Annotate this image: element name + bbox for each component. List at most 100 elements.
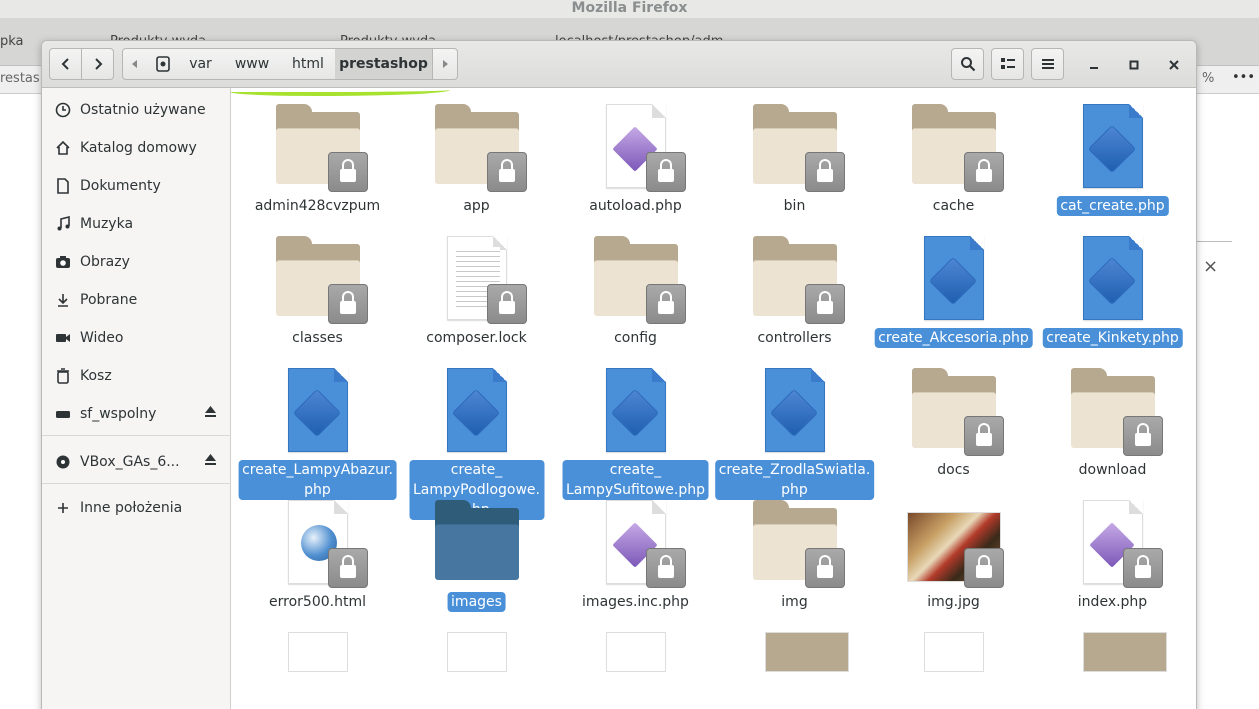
drive-icon	[155, 56, 170, 72]
breadcrumb-root[interactable]	[147, 48, 179, 80]
file-item[interactable]: download	[1033, 352, 1192, 484]
file-name: img	[781, 594, 808, 610]
chevron-right-icon	[94, 58, 102, 70]
file-item[interactable]: create_Akcesoria.php	[874, 220, 1033, 352]
file-item[interactable]: index.php	[1033, 484, 1192, 616]
dialog-close-icon[interactable]: ×	[1203, 256, 1218, 277]
file-name: classes	[292, 330, 343, 346]
menu-button[interactable]	[1031, 48, 1064, 80]
search-button[interactable]	[951, 48, 984, 80]
file-name: create_Akcesoria.php	[874, 328, 1033, 348]
sidebar-separator	[42, 483, 231, 484]
file-item[interactable]: composer.lock	[397, 220, 556, 352]
file-item[interactable]: app	[397, 88, 556, 220]
file-item[interactable]: create_ LampyPodlogowe. php	[397, 352, 556, 520]
sidebar-item-vbox[interactable]: VBox_GAs_6...	[42, 443, 231, 481]
sidebar-item-home[interactable]: Katalog domowy	[42, 129, 231, 167]
forward-button[interactable]	[81, 48, 114, 80]
list-view-icon	[1000, 58, 1015, 69]
hamburger-icon	[1041, 59, 1054, 69]
file-item[interactable]: create_Kinkety.php	[1033, 220, 1192, 352]
file-item[interactable]: bin	[715, 88, 874, 220]
maximize-button[interactable]	[1122, 56, 1146, 74]
breadcrumb-scroll-left[interactable]	[122, 48, 148, 80]
breadcrumb-prestashop[interactable]: prestashop	[335, 48, 433, 80]
triangle-right-icon	[443, 60, 448, 68]
sidebar-item-pictures[interactable]: Obrazy	[42, 243, 231, 281]
lock-icon	[964, 548, 1004, 588]
lock-icon	[646, 152, 686, 192]
file-name: create_Kinkety.php	[1042, 328, 1183, 348]
eject-icon[interactable]	[204, 405, 217, 422]
close-button[interactable]	[1162, 56, 1186, 74]
sidebar: Ostatnio używane Katalog domowy Dokument…	[42, 88, 231, 709]
lock-icon	[487, 152, 527, 192]
file-item[interactable]: docs	[874, 352, 1033, 484]
partial-file-item[interactable]	[765, 632, 849, 672]
file-item[interactable]: classes	[238, 220, 397, 352]
file-item[interactable]: controllers	[715, 220, 874, 352]
partial-file-item[interactable]	[606, 632, 666, 672]
file-item[interactable]: create_LampyAbazur. php	[238, 352, 397, 500]
sidebar-item-documents[interactable]: Dokumenty	[42, 167, 231, 205]
breadcrumb-var[interactable]: var	[178, 48, 224, 80]
chevron-left-icon	[61, 58, 69, 70]
file-item[interactable]: autoload.php	[556, 88, 715, 220]
home-icon	[54, 139, 72, 157]
close-icon	[1169, 60, 1179, 70]
php-file-icon	[1082, 104, 1143, 188]
sidebar-item-downloads[interactable]: Pobrane	[42, 281, 231, 319]
sidebar-item-label: VBox_GAs_6...	[80, 454, 180, 470]
eject-icon[interactable]	[204, 453, 217, 470]
file-name: docs	[937, 462, 970, 478]
file-item[interactable]: cat_create.php	[1033, 88, 1192, 220]
sidebar-item-other-locations[interactable]: Inne położenia	[42, 489, 231, 527]
file-item[interactable]: create_ZrodlaSwiatla. php	[714, 352, 875, 500]
file-item[interactable]: images	[397, 484, 556, 616]
firefox-menu-icon[interactable]: •••	[1232, 70, 1255, 85]
url-fragment[interactable]: restas	[0, 71, 40, 86]
partial-file-item[interactable]	[447, 632, 507, 672]
breadcrumb-scroll-right[interactable]	[432, 48, 458, 80]
drive-icon	[54, 405, 72, 423]
lock-icon	[328, 548, 368, 588]
sidebar-separator	[42, 435, 231, 436]
breadcrumb-www[interactable]: www	[223, 48, 282, 80]
firefox-tab-fragment[interactable]: pka	[0, 34, 24, 54]
file-item[interactable]: cache	[874, 88, 1033, 220]
sidebar-item-label: Katalog domowy	[80, 140, 197, 156]
partial-file-item[interactable]	[924, 632, 984, 672]
view-toggle-button[interactable]	[991, 48, 1024, 80]
maximize-icon	[1129, 60, 1139, 70]
partial-file-item[interactable]	[288, 632, 348, 672]
sidebar-item-recent[interactable]: Ostatnio używane	[42, 91, 231, 129]
breadcrumb-html[interactable]: html	[281, 48, 336, 80]
file-item[interactable]: images.inc.php	[556, 484, 715, 616]
lock-icon	[1123, 416, 1163, 456]
headerbar: var www html prestashop	[42, 41, 1196, 88]
triangle-left-icon	[132, 60, 137, 68]
php-file-icon	[287, 368, 348, 452]
sidebar-item-music[interactable]: Muzyka	[42, 205, 231, 243]
sidebar-item-label: Kosz	[80, 368, 112, 384]
sidebar-item-sf-wspolny[interactable]: sf_wspolny	[42, 395, 231, 433]
back-button[interactable]	[49, 48, 82, 80]
file-name: bin	[783, 198, 806, 214]
file-item[interactable]: img	[715, 484, 874, 616]
file-grid: admin428cvzpum app autoload.php bin cache cat…	[232, 88, 1196, 709]
sidebar-item-trash[interactable]: Kosz	[42, 357, 231, 395]
file-item[interactable]: config	[556, 220, 715, 352]
plus-icon	[54, 499, 72, 517]
file-item[interactable]: admin428cvzpum	[238, 88, 397, 220]
file-item[interactable]: img.jpg	[874, 484, 1033, 616]
lock-icon	[805, 284, 845, 324]
file-item[interactable]: create_ LampySufitowe.php	[556, 352, 715, 500]
search-icon	[960, 57, 975, 72]
minimize-button[interactable]	[1082, 56, 1106, 74]
sidebar-item-videos[interactable]: Wideo	[42, 319, 231, 357]
partial-file-item[interactable]	[1083, 632, 1167, 672]
document-icon	[54, 177, 72, 195]
php-file-icon	[605, 368, 666, 452]
file-item[interactable]: error500.html	[238, 484, 397, 616]
download-icon	[54, 291, 72, 309]
